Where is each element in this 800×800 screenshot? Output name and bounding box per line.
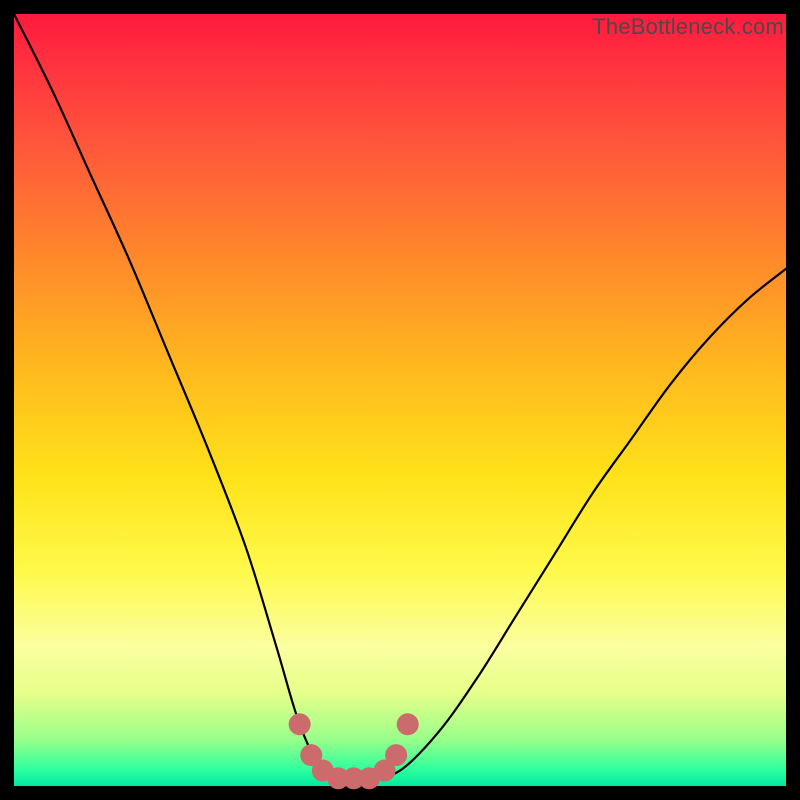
trough-marker xyxy=(397,713,419,735)
trough-marker xyxy=(385,744,407,766)
chart-frame: TheBottleneck.com xyxy=(0,0,800,800)
trough-marker xyxy=(289,713,311,735)
trough-markers xyxy=(289,713,419,789)
bottleneck-curve xyxy=(14,14,786,779)
chart-svg xyxy=(14,14,786,786)
watermark-text: TheBottleneck.com xyxy=(592,14,784,40)
